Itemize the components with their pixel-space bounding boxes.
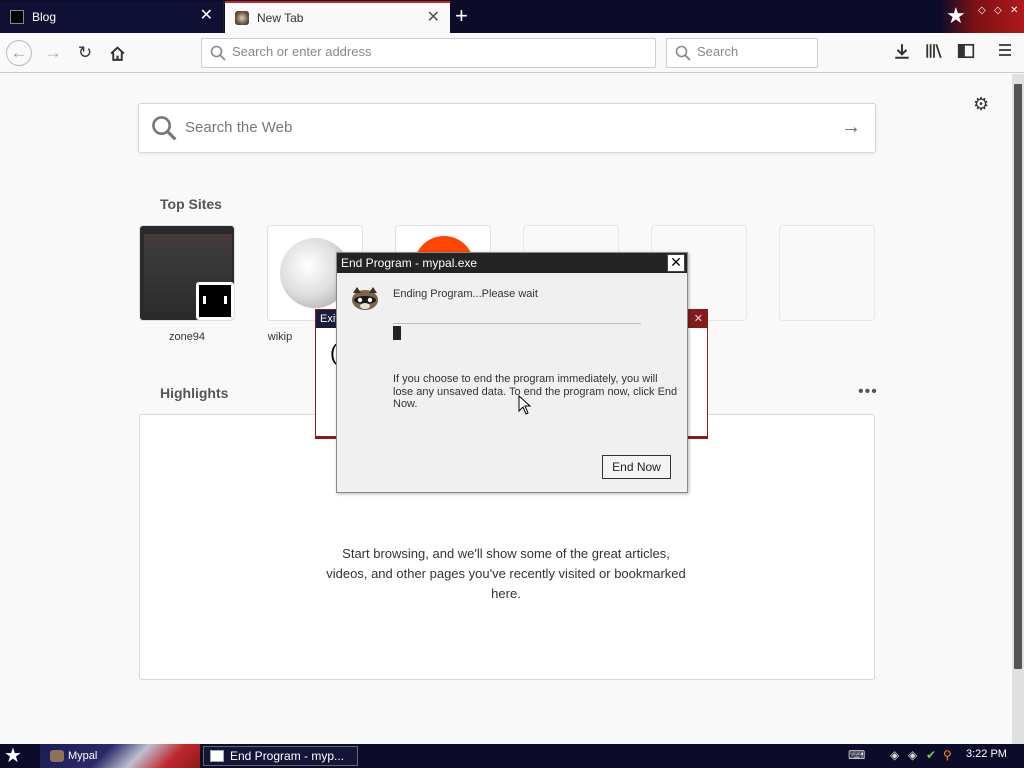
dialog-status-text: Ending Program...Please wait [393,288,538,300]
window-app-icon [210,750,224,762]
taskbar-item-label: End Program - myp... [230,749,345,763]
gear-icon[interactable]: ⚙ [973,94,989,115]
url-input[interactable] [232,44,595,59]
close-tab-icon[interactable]: ✕ [427,10,440,26]
tab-bar: Blog ✕ New Tab ✕ + ★ ◇ ◇ ✕ [0,0,1024,33]
progress-bar [393,323,641,341]
search-input[interactable] [697,44,817,59]
back-button[interactable]: ← [6,40,32,66]
taskbar-clock: 3:22 PM [966,748,1007,760]
network-icon[interactable]: ◈ [908,748,917,762]
progress-fill [393,326,401,340]
site-favicon-icon [196,282,234,320]
security-icon[interactable]: ✔ [926,748,936,762]
tab-title: New Tab [257,11,304,25]
new-tab-plus-icon[interactable]: + [455,4,468,28]
mypal-favicon-icon [235,11,249,25]
search-bar[interactable] [666,38,818,68]
highlights-empty-message: Start browsing, and we'll show some of t… [326,546,686,601]
minimize-icon[interactable]: ◇ [978,5,986,16]
sidebar-icon[interactable] [955,42,977,64]
end-program-dialog: End Program - mypal.exe ✕ Ending Program… [336,252,688,493]
taskbar-item-label: Mypal [68,750,98,762]
scrollbar-thumb[interactable] [1014,84,1022,669]
highlights-title: Highlights [160,385,229,401]
start-star-icon[interactable]: ★ [4,745,22,767]
downloads-icon[interactable] [891,42,913,64]
network-icon[interactable]: ◈ [890,748,899,762]
tab-new-tab[interactable]: New Tab ✕ [225,1,450,33]
search-icon [152,116,177,141]
close-icon[interactable]: ✕ [667,254,685,272]
reload-button[interactable]: ↻ [72,40,98,66]
home-button[interactable] [104,40,130,66]
search-icon [675,45,691,61]
taskbar-item-mypal[interactable]: Mypal [40,744,200,768]
top-site-label: wikip [267,331,293,343]
menu-icon[interactable] [994,42,1016,64]
web-search-box[interactable]: → [138,103,876,153]
library-icon[interactable] [923,42,945,64]
taskbar-item-end-program[interactable]: End Program - myp... [203,746,358,766]
top-sites-title: Top Sites [160,196,222,212]
mouse-cursor-icon [518,395,532,415]
star-icon: ★ [946,3,966,28]
search-icon [210,45,226,61]
more-options-icon[interactable]: ••• [858,383,878,401]
dialog-title: End Program - mypal.exe [337,253,687,273]
keyboard-icon[interactable]: ⌨ [848,748,865,762]
web-search-input[interactable] [185,119,785,136]
tab-title: Blog [32,10,57,24]
tab-blog[interactable]: Blog ✕ [0,1,224,33]
dialog-message: If you choose to end the program immedia… [393,373,678,410]
mypal-raccoon-icon [352,287,378,310]
close-window-icon[interactable]: ✕ [1010,5,1018,16]
window-controls: ★ ◇ ◇ ✕ [940,0,1024,33]
url-bar[interactable] [201,38,656,68]
top-site-label: zone94 [168,331,206,343]
arrow-right-icon[interactable]: → [841,116,861,139]
close-icon[interactable]: ✕ [694,312,703,325]
top-site-tile-empty[interactable] [779,225,875,321]
top-site-tile[interactable] [139,225,235,321]
close-tab-icon[interactable]: ✕ [200,8,213,24]
page-scrollbar[interactable] [1012,74,1024,744]
blog-favicon-icon [10,10,24,24]
navigation-toolbar: ← → ↻ [0,33,1024,73]
end-now-button[interactable]: End Now [602,455,671,479]
maximize-icon[interactable]: ◇ [994,5,1002,16]
search-tray-icon[interactable]: ⚲ [943,748,952,762]
taskbar: ★ Mypal End Program - myp... ⌨ ◈ ◈ ✔ ⚲ 3… [0,744,1024,768]
mypal-app-icon [50,750,64,762]
forward-button[interactable]: → [40,40,66,66]
home-icon [109,45,125,61]
